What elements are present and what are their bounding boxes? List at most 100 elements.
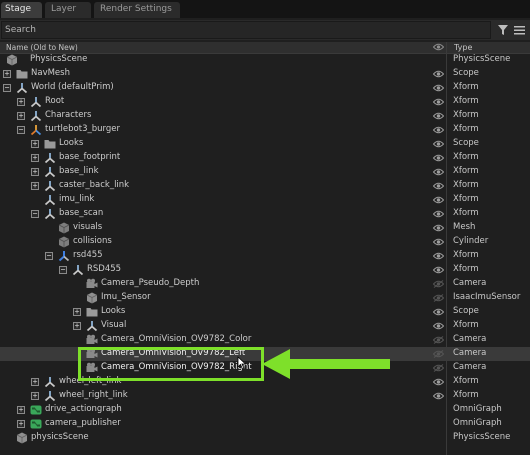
tree-row[interactable]: + Looks Scope [0, 137, 530, 151]
tree-row-label: NavMesh [31, 68, 70, 78]
xform-icon [72, 264, 84, 276]
graph-icon [30, 418, 42, 430]
collapse-icon[interactable]: − [17, 126, 25, 134]
tree-row[interactable]: + Characters Xform [0, 109, 530, 123]
articulation-icon [30, 124, 42, 136]
visibility-eye-icon[interactable] [432, 378, 445, 386]
xform-icon [44, 376, 56, 388]
tree-row[interactable]: + wheel_right_link Xform [0, 389, 530, 403]
visibility-off-icon[interactable] [432, 336, 445, 344]
tree-row[interactable]: Camera_OmniVision_OV9782_Color Camera [0, 333, 530, 347]
visibility-eye-icon[interactable] [432, 322, 445, 330]
visibility-eye-icon[interactable] [432, 154, 445, 162]
visibility-eye-icon[interactable] [432, 252, 445, 260]
type-column-header[interactable]: Type [454, 43, 472, 52]
tree-row[interactable]: + drive_actiongraph OmniGraph [0, 403, 530, 417]
expand-icon[interactable]: + [31, 140, 39, 148]
tree-row[interactable]: physicsScene PhysicsScene [0, 431, 530, 445]
visibility-eye-icon[interactable] [432, 224, 445, 232]
tree-row-type: OmniGraph [453, 404, 502, 414]
expand-icon[interactable]: + [31, 154, 39, 162]
visibility-eye-icon[interactable] [432, 392, 445, 400]
expand-icon[interactable]: + [3, 70, 11, 78]
expand-icon[interactable]: + [17, 112, 25, 120]
visibility-eye-icon[interactable] [432, 210, 445, 218]
tab-layer[interactable]: Layer [45, 2, 91, 18]
tab-render-settings[interactable]: Render Settings [94, 2, 180, 18]
tree-row[interactable]: − World (defaultPrim) Xform [0, 81, 530, 95]
visibility-eye-icon[interactable] [432, 238, 445, 246]
collapse-icon[interactable]: − [31, 210, 39, 218]
collapse-icon[interactable]: − [3, 84, 11, 92]
tree-row[interactable]: + Visual Xform [0, 319, 530, 333]
tree-row-label: Looks [101, 306, 126, 316]
visibility-eye-icon[interactable] [432, 84, 445, 92]
expand-icon[interactable]: + [73, 308, 81, 316]
tree-row[interactable]: − turtlebot3_burger Xform [0, 123, 530, 137]
filter-icon[interactable] [498, 25, 508, 35]
tree-row[interactable]: Camera_Pseudo_Depth Camera [0, 277, 530, 291]
tree-row[interactable]: − RSD455 Xform [0, 263, 530, 277]
tree-row-type: IsaacImuSensor [453, 292, 521, 302]
tree-row[interactable]: collisions Cylinder [0, 235, 530, 249]
tree-row[interactable]: + caster_back_link Xform [0, 179, 530, 193]
tree-row-type: Xform [453, 124, 479, 134]
menu-icon[interactable] [514, 25, 525, 35]
tree-row[interactable]: − base_scan Xform [0, 207, 530, 221]
folder-icon [86, 306, 98, 318]
tree-row[interactable]: + base_footprint Xform [0, 151, 530, 165]
xform-icon [44, 180, 56, 192]
tree-row-type: Xform [453, 376, 479, 386]
tree-row-type: PhysicsScene [453, 432, 511, 442]
visibility-off-icon[interactable] [432, 364, 445, 372]
visibility-eye-icon[interactable] [432, 112, 445, 120]
tree-row-label: Camera_OmniVision_OV9782_Color [101, 334, 252, 344]
tree-row-type: Xform [453, 264, 479, 274]
mesh-icon [58, 236, 70, 248]
visibility-eye-icon[interactable] [432, 196, 445, 204]
tree-row[interactable]: + NavMesh Scope [0, 67, 530, 81]
expand-icon[interactable]: + [73, 322, 81, 330]
name-column-header[interactable]: Name (Old to New) [6, 43, 78, 52]
collapse-icon[interactable]: − [45, 252, 53, 260]
tree-row[interactable]: visuals Mesh [0, 221, 530, 235]
visibility-eye-icon[interactable] [432, 308, 445, 316]
tree-row[interactable]: + Root Xform [0, 95, 530, 109]
tree-row[interactable]: − rsd455 Xform [0, 249, 530, 263]
visibility-off-icon[interactable] [432, 280, 445, 288]
visibility-eye-icon[interactable] [432, 168, 445, 176]
visibility-eye-icon[interactable] [432, 98, 445, 106]
tab-stage[interactable]: Stage [1, 2, 42, 18]
tree-row[interactable]: + camera_publisher OmniGraph [0, 417, 530, 431]
folder-icon [16, 68, 28, 80]
visibility-eye-icon[interactable] [432, 140, 445, 148]
visibility-eye-icon[interactable] [432, 266, 445, 274]
expand-icon[interactable]: + [17, 98, 25, 106]
tree-row-label: Looks [59, 138, 84, 148]
camera-icon [86, 334, 98, 346]
visibility-eye-icon[interactable] [432, 182, 445, 190]
tree-row[interactable]: + Looks Scope [0, 305, 530, 319]
tree-row-type: Xform [453, 110, 479, 120]
search-input[interactable] [1, 21, 491, 39]
expand-icon[interactable]: + [31, 378, 39, 386]
expand-icon[interactable]: + [17, 420, 25, 428]
tree-row-label: PhysicsScene [30, 54, 88, 64]
tree-row-label: visuals [73, 222, 103, 232]
tree-row-label: base_scan [59, 208, 104, 218]
visibility-eye-icon[interactable] [432, 70, 445, 78]
expand-icon[interactable]: + [17, 406, 25, 414]
tree-row-type: Camera [453, 362, 487, 372]
expand-icon[interactable]: + [31, 168, 39, 176]
tree-row[interactable]: PhysicsScene PhysicsScene [0, 53, 530, 67]
tree-row[interactable]: Imu_Sensor IsaacImuSensor [0, 291, 530, 305]
collapse-icon[interactable]: − [59, 266, 67, 274]
visibility-off-icon[interactable] [432, 350, 445, 358]
visibility-eye-icon[interactable] [432, 126, 445, 134]
expand-icon[interactable]: + [31, 182, 39, 190]
tree-row-type: Camera [453, 278, 487, 288]
visibility-off-icon[interactable] [432, 294, 445, 302]
tree-row[interactable]: + base_link Xform [0, 165, 530, 179]
expand-icon[interactable]: + [31, 392, 39, 400]
tree-row[interactable]: imu_link Xform [0, 193, 530, 207]
